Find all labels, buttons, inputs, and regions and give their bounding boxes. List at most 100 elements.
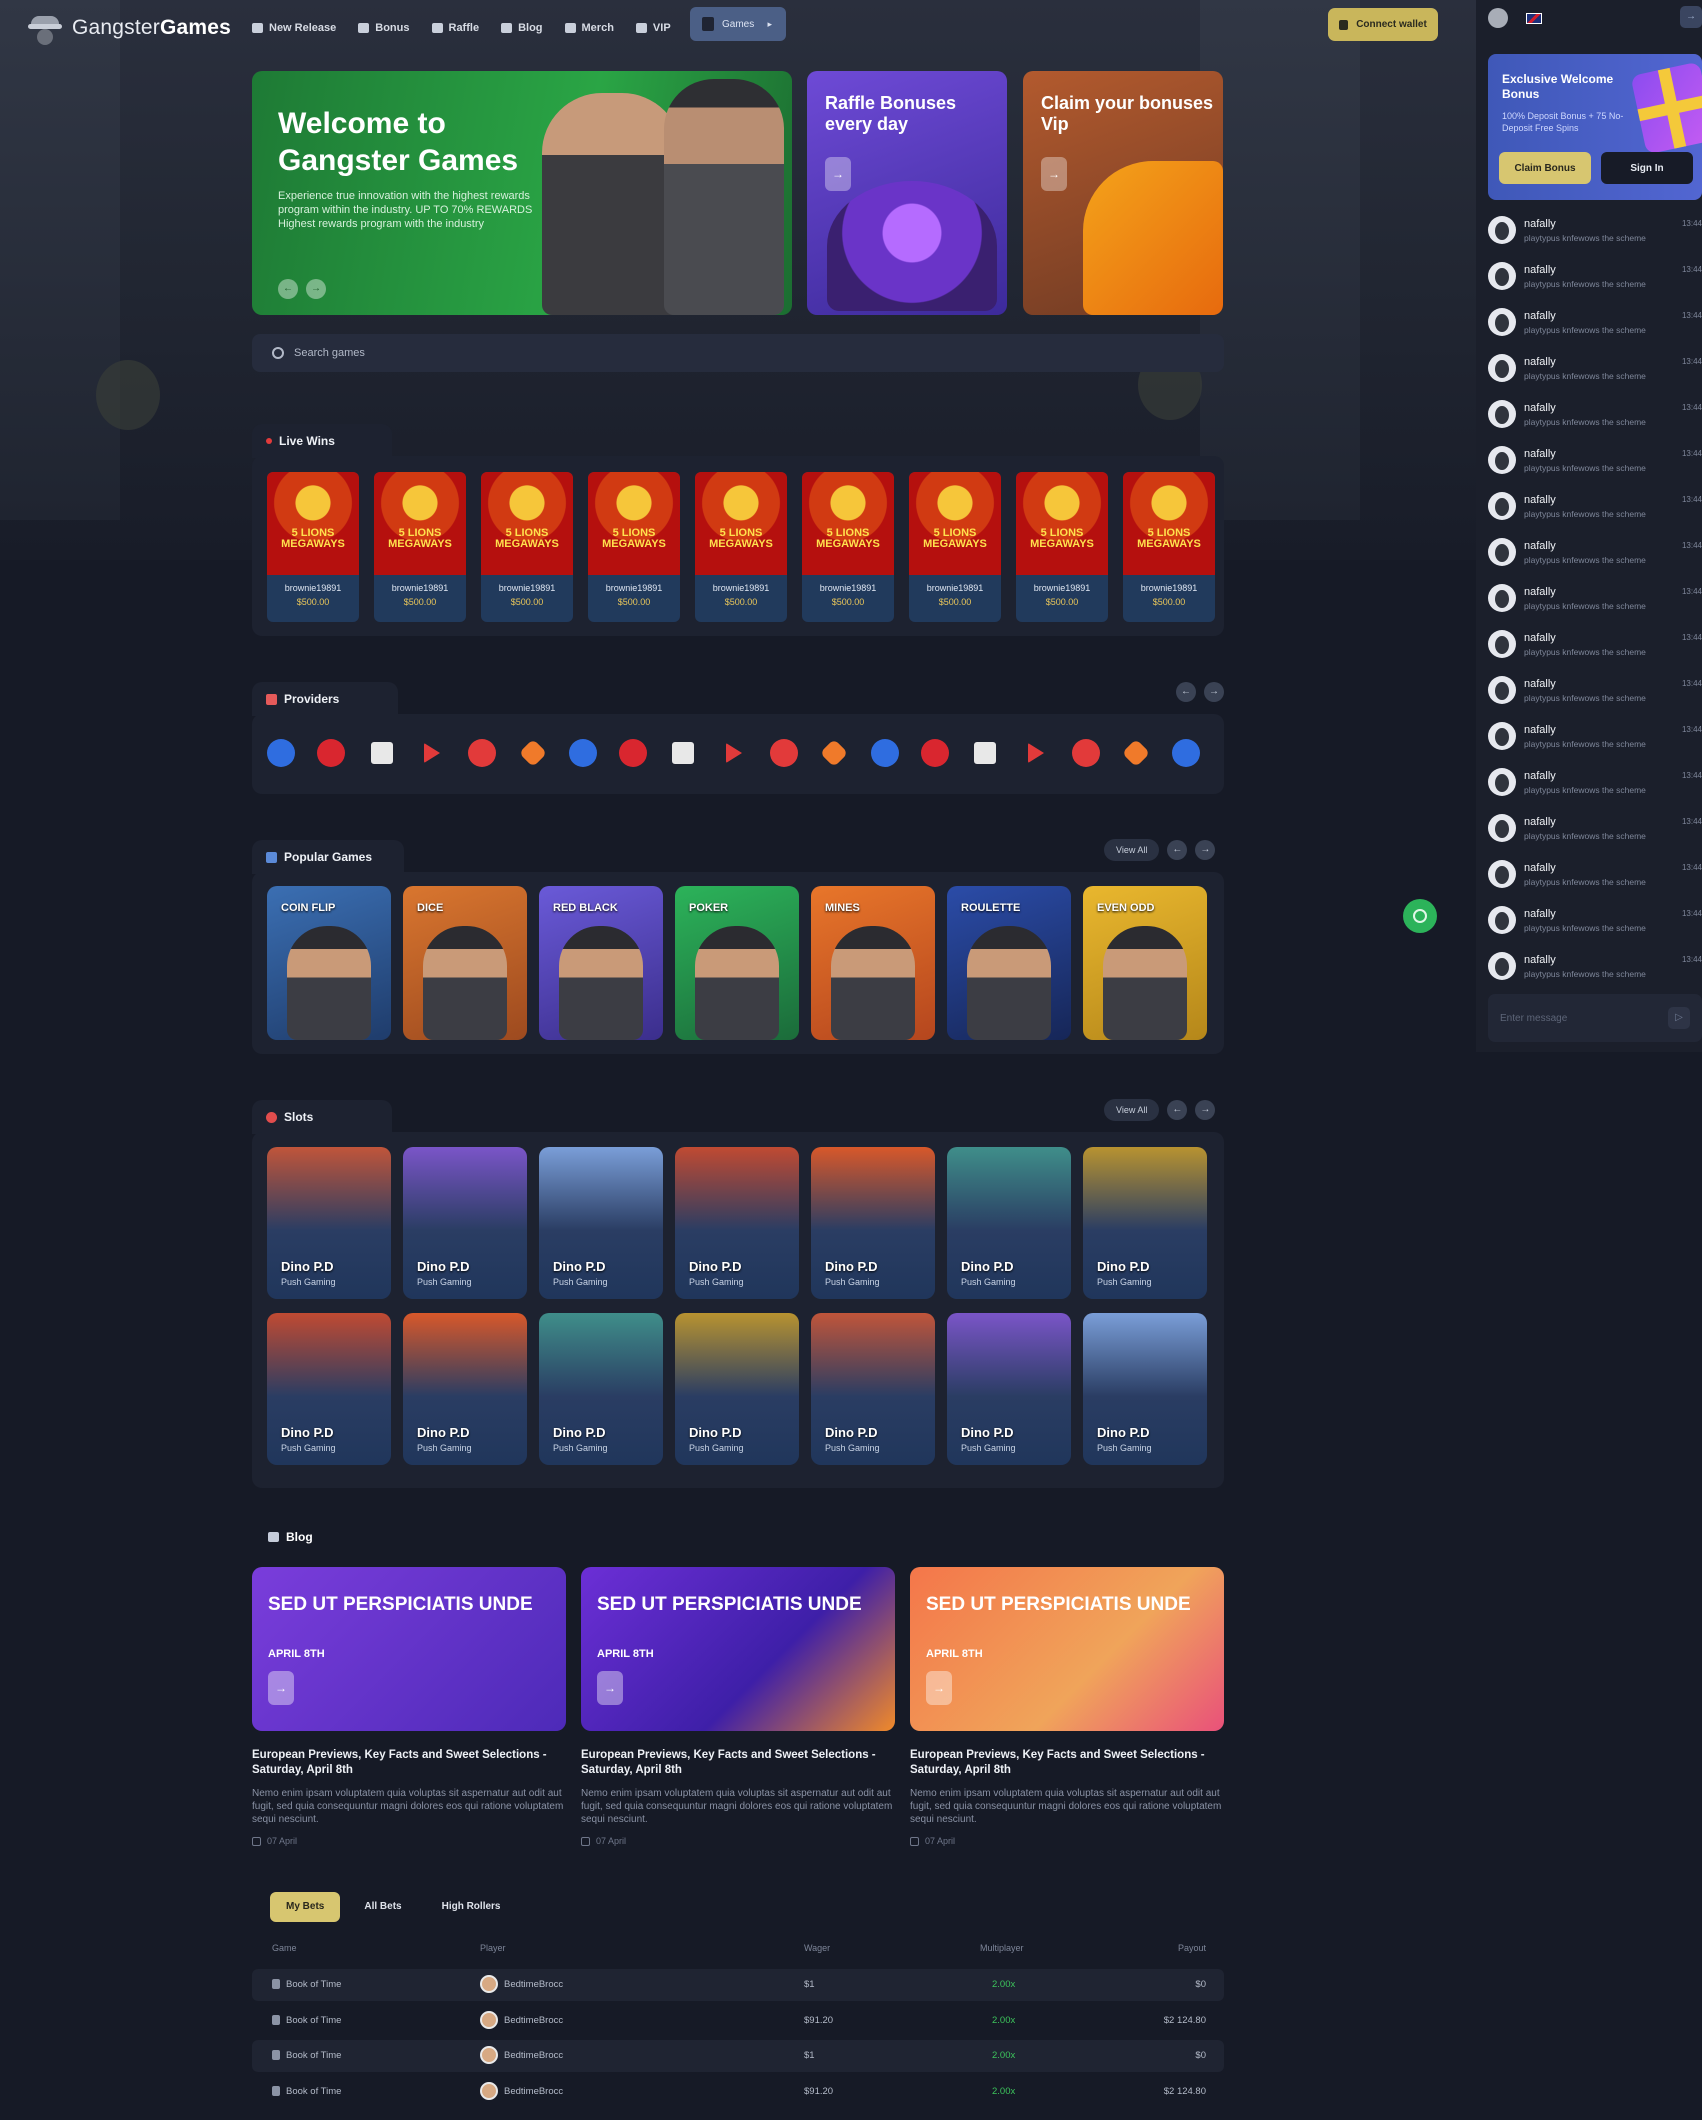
live-win-card[interactable]: 5 LIONS MEGAWAYS brownie19891 $500.00 — [481, 472, 573, 622]
arrow-right-icon[interactable]: → — [1041, 157, 1067, 191]
collapse-panel-button[interactable]: → — [1680, 6, 1702, 28]
slot-game-card[interactable]: Dino P.D Push Gaming — [1083, 1313, 1207, 1465]
chat-username[interactable]: nafally — [1524, 310, 1646, 322]
nav-raffle[interactable]: Raffle — [431, 22, 479, 34]
provider-logo-play-icon[interactable] — [1021, 738, 1051, 768]
chat-username[interactable]: nafally — [1524, 770, 1646, 782]
arrow-left-icon[interactable]: ← — [1167, 1100, 1188, 1120]
promo-raffle[interactable]: Raffle Bonuses every day → — [807, 71, 1007, 315]
blog-post-title[interactable]: European Previews, Key Facts and Sweet S… — [910, 1748, 1224, 1778]
nav-new-release[interactable]: New Release — [252, 22, 336, 34]
claim-bonus-button[interactable]: Claim Bonus — [1499, 152, 1591, 184]
chat-username[interactable]: nafally — [1524, 678, 1646, 690]
chat-username[interactable]: nafally — [1524, 356, 1646, 368]
arrow-left-icon[interactable]: ← — [1176, 682, 1196, 702]
provider-logo-blue-icon[interactable] — [870, 738, 900, 768]
popular-game-card[interactable]: RED BLACK — [539, 886, 663, 1040]
live-win-card[interactable]: 5 LIONS MEGAWAYS brownie19891 $500.00 — [1123, 472, 1215, 622]
blog-card-banner[interactable]: SED UT PERSPICIATIS UNDE APRIL 8TH → — [252, 1567, 566, 1731]
chat-username[interactable]: nafally — [1524, 494, 1646, 506]
live-win-card[interactable]: 5 LIONS MEGAWAYS brownie19891 $500.00 — [1016, 472, 1108, 622]
chat-username[interactable]: nafally — [1524, 540, 1646, 552]
live-win-card[interactable]: 5 LIONS MEGAWAYS brownie19891 $500.00 — [909, 472, 1001, 622]
table-row[interactable]: Book of Time BedtimeBrocc $91.20 2.00x $2 12… — [252, 2076, 1224, 2108]
flag-uk-icon[interactable] — [1526, 12, 1542, 24]
tab-my-bets[interactable]: My Bets — [270, 1892, 341, 1922]
arrow-right-icon[interactable]: → — [597, 1671, 623, 1705]
games-menu-button[interactable]: Games ▸ — [690, 7, 786, 41]
popular-game-card[interactable]: DICE — [403, 886, 527, 1040]
nav-blog[interactable]: Blog — [501, 22, 543, 34]
slot-game-card[interactable]: Dino P.D Push Gaming — [1083, 1147, 1207, 1299]
view-all-button[interactable]: View All — [1104, 1099, 1160, 1121]
blog-post-title[interactable]: European Previews, Key Facts and Sweet S… — [581, 1748, 895, 1778]
arrow-right-icon[interactable]: → — [1195, 1100, 1216, 1120]
logo[interactable]: GangsterGames — [28, 10, 231, 46]
provider-logo-dragon-icon[interactable] — [618, 738, 648, 768]
tab-all-bets[interactable]: All Bets — [348, 1892, 417, 1922]
provider-logo-star-icon[interactable] — [518, 738, 548, 768]
table-row[interactable]: Book of Time BedtimeBrocc $1 2.00x $0 — [252, 1969, 1224, 2001]
blog-card-banner[interactable]: SED UT PERSPICIATIS UNDE APRIL 8TH → — [581, 1567, 895, 1731]
hero-banner[interactable]: Welcome to Gangster Games Experience tru… — [252, 71, 792, 315]
provider-logo-square-icon[interactable] — [668, 738, 698, 768]
slot-game-card[interactable]: Dino P.D Push Gaming — [403, 1147, 527, 1299]
arrow-right-icon[interactable]: → — [926, 1671, 952, 1705]
nav-merch[interactable]: Merch — [564, 22, 614, 34]
chat-username[interactable]: nafally — [1524, 264, 1646, 276]
provider-logo-play-icon[interactable] — [417, 738, 447, 768]
slot-game-card[interactable]: Dino P.D Push Gaming — [539, 1313, 663, 1465]
provider-logo-star-icon[interactable] — [819, 738, 849, 768]
provider-logo-s-icon[interactable] — [769, 738, 799, 768]
chat-username[interactable]: nafally — [1524, 908, 1646, 920]
live-win-card[interactable]: 5 LIONS MEGAWAYS brownie19891 $500.00 — [374, 472, 466, 622]
blog-card-banner[interactable]: SED UT PERSPICIATIS UNDE APRIL 8TH → — [910, 1567, 1224, 1731]
search-games-input[interactable]: Search games — [252, 334, 1224, 372]
provider-logo-square-icon[interactable] — [970, 738, 1000, 768]
popular-game-card[interactable]: MINES — [811, 886, 935, 1040]
provider-logo-star-icon[interactable] — [1121, 738, 1151, 768]
provider-logo-s-icon[interactable] — [467, 738, 497, 768]
slot-game-card[interactable]: Dino P.D Push Gaming — [675, 1313, 799, 1465]
slot-game-card[interactable]: Dino P.D Push Gaming — [811, 1313, 935, 1465]
provider-logo-blue-icon[interactable] — [568, 738, 598, 768]
chat-messages[interactable]: nafally playtypus knfewows the scheme 13:4… — [1488, 216, 1702, 980]
provider-logo-dragon-icon[interactable] — [920, 738, 950, 768]
chat-username[interactable]: nafally — [1524, 448, 1646, 460]
send-icon[interactable]: ▷ — [1668, 1007, 1690, 1029]
table-row[interactable]: Book of Time BedtimeBrocc $91.20 2.00x $2 12… — [252, 2005, 1224, 2037]
chat-message-input[interactable]: Enter message ▷ — [1488, 994, 1702, 1042]
promo-vip[interactable]: Claim your bonuses Vip → — [1023, 71, 1223, 315]
chat-username[interactable]: nafally — [1524, 862, 1646, 874]
nav-vip[interactable]: VIP — [635, 22, 671, 34]
arrow-right-icon[interactable]: → — [268, 1671, 294, 1705]
chat-icon[interactable] — [1488, 8, 1508, 28]
live-win-card[interactable]: 5 LIONS MEGAWAYS brownie19891 $500.00 — [802, 472, 894, 622]
arrow-right-icon[interactable]: → — [1204, 682, 1224, 702]
live-win-card[interactable]: 5 LIONS MEGAWAYS brownie19891 $500.00 — [267, 472, 359, 622]
view-all-button[interactable]: View All — [1104, 839, 1160, 861]
popular-game-card[interactable]: COIN FLIP — [267, 886, 391, 1040]
connect-wallet-button[interactable]: Connect wallet — [1328, 8, 1438, 41]
chat-username[interactable]: nafally — [1524, 586, 1646, 598]
slot-game-card[interactable]: Dino P.D Push Gaming — [539, 1147, 663, 1299]
chat-username[interactable]: nafally — [1524, 724, 1646, 736]
provider-logo-blue-icon[interactable] — [1171, 738, 1201, 768]
blog-post-title[interactable]: European Previews, Key Facts and Sweet S… — [252, 1748, 566, 1778]
slot-game-card[interactable]: Dino P.D Push Gaming — [403, 1313, 527, 1465]
arrow-right-icon[interactable]: → — [1195, 840, 1216, 860]
slot-game-card[interactable]: Dino P.D Push Gaming — [811, 1147, 935, 1299]
popular-game-card[interactable]: EVEN ODD — [1083, 886, 1207, 1040]
chat-username[interactable]: nafally — [1524, 816, 1646, 828]
chat-username[interactable]: nafally — [1524, 402, 1646, 414]
arrow-left-icon[interactable]: ← — [1167, 840, 1188, 860]
provider-logo-dragon-icon[interactable] — [316, 738, 346, 768]
live-win-card[interactable]: 5 LIONS MEGAWAYS brownie19891 $500.00 — [695, 472, 787, 622]
tab-high-rollers[interactable]: High Rollers — [426, 1892, 517, 1922]
chat-username[interactable]: nafally — [1524, 632, 1646, 644]
slot-game-card[interactable]: Dino P.D Push Gaming — [675, 1147, 799, 1299]
table-row[interactable]: Book of Time BedtimeBrocc $1 2.00x $0 — [252, 2040, 1224, 2072]
chat-username[interactable]: nafally — [1524, 954, 1646, 966]
popular-game-card[interactable]: POKER — [675, 886, 799, 1040]
slot-game-card[interactable]: Dino P.D Push Gaming — [947, 1313, 1071, 1465]
